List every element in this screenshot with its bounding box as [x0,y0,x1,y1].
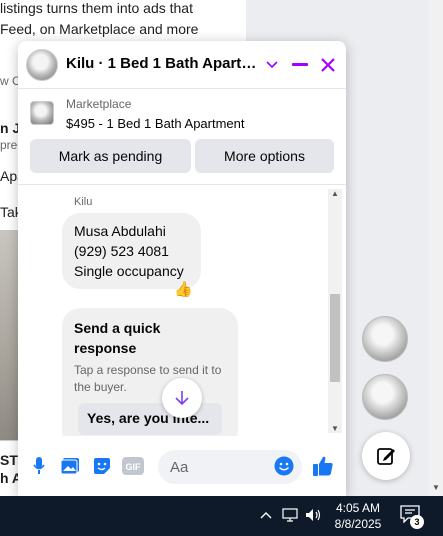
quick-response-title: Send a quick response [74,320,161,356]
chat-window: Kilu · 1 Bed 1 Bath Apartm... Marketplac… [18,41,346,496]
message-line: (929) 523 4081 [74,243,169,259]
notification-count-badge: 3 [410,515,424,529]
composer: GIF [18,441,346,491]
new-message-button[interactable] [362,432,410,480]
volume-icon[interactable] [305,508,323,525]
message-list[interactable]: Kilu Musa Abdulahi (929) 523 4081 Single… [18,186,346,436]
chat-header[interactable]: Kilu · 1 Bed 1 Bath Apartm... [18,41,346,89]
emoji-icon[interactable] [273,455,295,477]
background-text-line: Feed, on Marketplace and more [0,21,199,37]
gif-icon[interactable]: GIF [122,455,144,477]
gif-label: GIF [126,462,142,472]
mark-as-pending-button[interactable]: Mark as pending [30,139,191,173]
clock-time: 4:05 AM [335,501,381,515]
compose-icon [377,448,395,465]
thumbs-up-reaction-icon[interactable]: 👍 [174,280,193,298]
listing-thumbnail[interactable] [30,101,54,125]
divider [0,440,18,441]
listing-photo[interactable] [0,230,18,440]
more-options-button[interactable]: More options [195,139,334,173]
thumbs-up-icon[interactable] [312,455,334,477]
message-scrollbar[interactable]: ▲ ▼ [328,189,342,433]
quick-response-subtitle: Tap a response to send it to the buyer. [74,363,222,394]
scroll-to-bottom-button[interactable] [162,378,202,418]
scroll-down-arrow-icon[interactable]: ▼ [331,424,339,433]
clock-date: 8/8/2025 [334,517,382,531]
chevron-down-icon[interactable] [260,53,284,77]
microphone-icon[interactable] [28,455,50,477]
system-clock[interactable]: 4:05 AM 8/8/2025 [330,500,386,532]
close-icon[interactable] [316,53,340,77]
scroll-down-arrow-icon[interactable]: ▼ [432,483,440,492]
listing-title[interactable]: $495 - 1 Bed 1 Bath Apartment [66,116,245,131]
quick-response-card: Send a quick response Tap a response to … [62,308,238,436]
background-text-line: listings turns them into ads that [0,0,193,16]
avatar[interactable] [26,49,58,81]
scroll-up-arrow-icon[interactable]: ▲ [331,189,339,198]
message-bubble[interactable]: Musa Abdulahi (929) 523 4081 Single occu… [62,213,201,289]
photo-icon[interactable] [59,455,81,477]
scrollbar-thumb[interactable] [330,294,340,382]
chat-title[interactable]: Kilu · 1 Bed 1 Bath Apartm... [66,55,258,72]
sticker-icon[interactable] [91,455,113,477]
page-scrollbar[interactable]: ▼ [429,0,443,496]
taskbar: 4:05 AM 8/8/2025 3 [0,496,443,536]
chat-head[interactable] [362,316,408,362]
message-line: Single occupancy [74,263,184,279]
chat-head[interactable] [362,374,408,420]
message-line: Musa Abdulahi [74,223,166,239]
chevron-up-icon[interactable] [260,507,272,522]
network-icon[interactable] [282,508,298,525]
arrow-down-icon [175,391,189,406]
sender-name: Kilu [74,196,93,208]
minimize-icon[interactable] [288,53,312,77]
quick-response-option[interactable]: Yes, are you inte... [78,403,222,435]
listing-source: Marketplace [66,97,132,111]
